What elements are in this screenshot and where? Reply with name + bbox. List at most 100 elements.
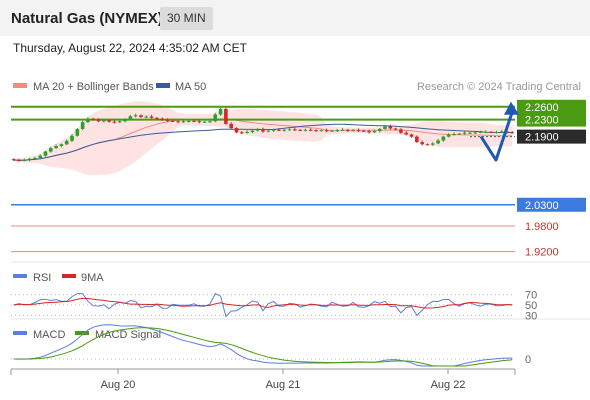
candle-body [266, 130, 271, 132]
candle-body [367, 131, 371, 133]
x-axis-label-1: Aug 21 [266, 379, 301, 391]
candle-body [144, 116, 149, 118]
candle-body [420, 142, 424, 145]
candle-body [213, 114, 218, 122]
candle-body [261, 129, 265, 132]
candle-body [27, 158, 32, 161]
candle-body [208, 121, 212, 123]
candle-body [86, 118, 90, 123]
candle-body [186, 120, 191, 122]
watermark: Research © 2024 Trading Central [417, 81, 581, 93]
legend-ma50-label: MA 50 [175, 81, 206, 93]
macd-zero-label: 0 [525, 354, 531, 366]
candle-body [436, 140, 440, 144]
candle-body [441, 136, 446, 141]
level-label-2.0300: 2.0300 [525, 200, 559, 212]
current-price-label: 2.1900 [525, 132, 559, 144]
candle-body [160, 118, 164, 120]
level-label-2.2600: 2.2600 [525, 102, 559, 114]
candle-body [494, 131, 499, 133]
candle-body [308, 129, 313, 131]
candle-body [452, 134, 456, 136]
candle-body [59, 144, 64, 146]
candle-body [165, 120, 170, 121]
candle-body [149, 116, 154, 118]
candle-body [250, 130, 255, 132]
candle-body [293, 129, 297, 131]
level-label-1.9200: 1.9200 [525, 247, 559, 259]
candle-body [314, 130, 318, 132]
candle-body [346, 129, 350, 131]
legend-macd-signal-label: MACD Signal [95, 329, 161, 341]
candle-body [356, 130, 361, 132]
candle-body [510, 132, 515, 134]
candle-body [255, 129, 260, 131]
legend-rsi-ma-swatch [62, 274, 76, 278]
candle-body [107, 120, 111, 122]
rsi-ma-line [13, 297, 513, 309]
candle-body [133, 115, 138, 117]
candle-body [324, 130, 329, 132]
candle-body [409, 134, 414, 137]
x-axis-label-0: Aug 20 [101, 379, 136, 391]
candle-body [303, 129, 308, 131]
candle-body [70, 135, 74, 141]
candle-body [155, 117, 159, 119]
candle-body [123, 119, 127, 122]
candle-body [192, 120, 196, 122]
candle-body [499, 131, 504, 133]
candle-body [17, 160, 21, 162]
candle-body [202, 121, 207, 123]
level-label-1.9800: 1.9800 [525, 221, 559, 233]
candle-body [48, 148, 53, 152]
candle-body [425, 144, 430, 146]
candle-body [457, 133, 462, 135]
candle-body [11, 159, 16, 161]
candle-body [54, 145, 58, 149]
candle-body [393, 128, 398, 130]
candle-body [388, 126, 393, 129]
candle-body [351, 130, 355, 132]
candle-body [319, 130, 324, 132]
candle-body [181, 121, 186, 123]
candle-body [377, 128, 382, 132]
candle-body [91, 118, 96, 120]
candle-body [372, 131, 377, 133]
candle-body [176, 121, 180, 123]
macd-line [13, 324, 513, 367]
candle-body [277, 129, 281, 131]
candle-body [75, 128, 80, 136]
legend-rsi-ma-label: 9MA [81, 272, 104, 284]
candle-body [298, 129, 302, 131]
forecast-arrow-head [504, 101, 519, 115]
candle-body [128, 116, 133, 120]
candle-body [245, 131, 249, 133]
candle-body [102, 120, 106, 122]
candle-body [38, 155, 42, 158]
candle-body [239, 132, 244, 134]
level-label-2.2300: 2.2300 [525, 115, 559, 127]
candle-body [64, 140, 69, 145]
candle-body [117, 121, 122, 123]
candle-body [96, 119, 101, 122]
candle-body [404, 132, 409, 135]
candle-body [489, 131, 493, 133]
candle-body [112, 121, 117, 123]
candle-body [33, 157, 37, 159]
candle-body [287, 129, 292, 131]
candle-body [218, 108, 223, 115]
candle-body [234, 128, 239, 133]
candle-body [171, 120, 175, 122]
candle-body [43, 151, 48, 156]
candle-body [139, 115, 143, 118]
chart-canvas: MA 20 + Bollinger Bands MA 50 Research © 2… [10, 81, 590, 391]
legend-ma20-swatch [13, 83, 27, 88]
candle-body [22, 160, 27, 162]
candle-body [415, 136, 419, 143]
x-axis-label-2: Aug 22 [431, 379, 466, 391]
candle-body [430, 143, 435, 145]
legend-macd-label: MACD [33, 329, 65, 341]
bollinger-band [13, 101, 513, 176]
legend-rsi-label: RSI [33, 272, 51, 284]
candle-body [80, 122, 85, 129]
